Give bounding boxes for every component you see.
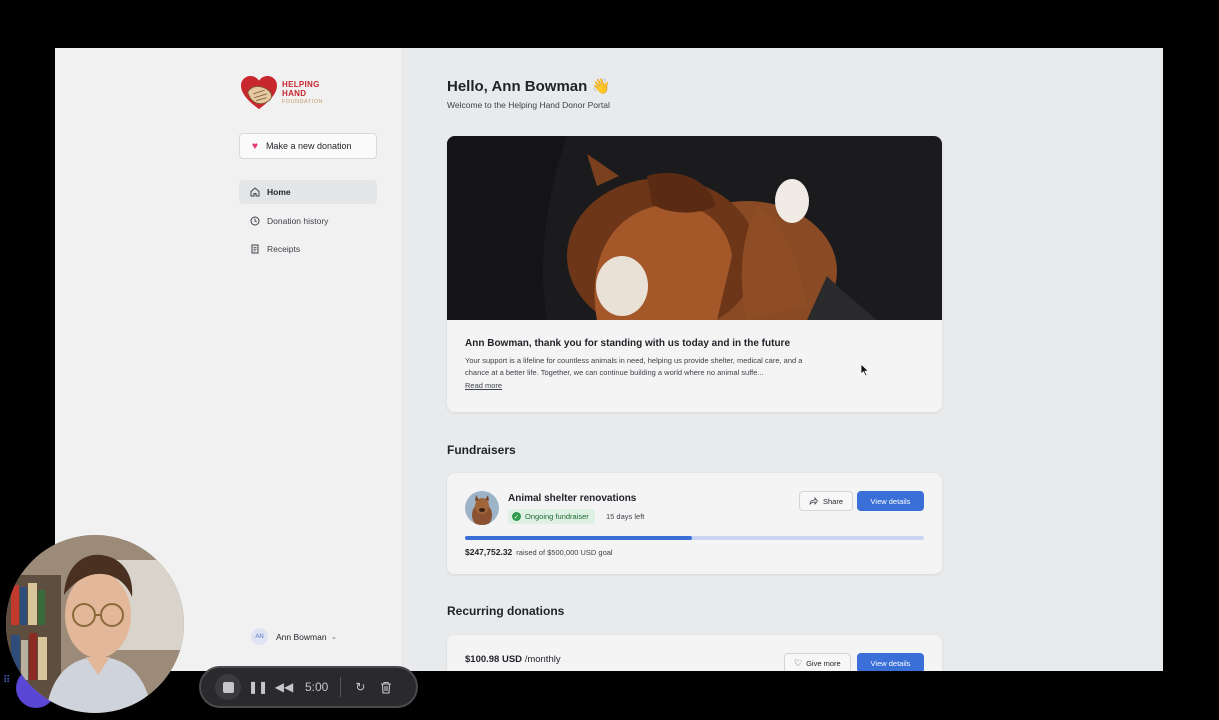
fundraiser-progress-bar bbox=[465, 536, 924, 540]
read-more-link[interactable]: Read more bbox=[465, 381, 502, 390]
home-icon bbox=[250, 187, 260, 197]
rewind-button[interactable]: ◀◀ bbox=[275, 680, 293, 694]
drag-handle-icon[interactable]: ⠿ bbox=[3, 675, 10, 686]
wave-emoji-icon: 👋 bbox=[591, 78, 611, 95]
chevron-down-icon: ⌄ bbox=[330, 632, 338, 641]
share-label: Share bbox=[823, 496, 844, 506]
main-content: Hello, Ann Bowman 👋 Welcome to the Helpi… bbox=[447, 48, 1163, 671]
restart-button[interactable]: ↻ bbox=[351, 680, 369, 694]
status-badge-label: Ongoing fundraiser bbox=[525, 512, 589, 521]
raised-text: raised of $500,000 USD goal bbox=[516, 548, 613, 557]
sidebar-item-receipts[interactable]: Receipts bbox=[239, 237, 377, 261]
toolbar-divider bbox=[340, 677, 342, 697]
fundraiser-title: Animal shelter renovations bbox=[508, 493, 637, 504]
heart-outline-icon: ♡ bbox=[794, 657, 803, 668]
fundraiser-progress-fill bbox=[465, 536, 693, 540]
restart-icon: ↻ bbox=[355, 680, 366, 694]
share-button[interactable]: Share bbox=[799, 491, 854, 511]
fundraisers-heading: Fundraisers bbox=[447, 443, 516, 457]
check-circle-icon: ✓ bbox=[512, 512, 521, 521]
sidebar-item-label: Receipts bbox=[267, 244, 301, 254]
recording-timer: 5:00 bbox=[305, 680, 329, 694]
view-details-label: View details bbox=[870, 496, 911, 506]
brand-logo[interactable]: HELPING HAND FOUNDATION bbox=[240, 75, 323, 111]
recurring-period: /monthly bbox=[524, 654, 561, 665]
app-window: HELPING HAND FOUNDATION ♥ Make a new don… bbox=[55, 48, 1163, 671]
brand-line1: HELPING bbox=[282, 79, 320, 89]
brand-line3: FOUNDATION bbox=[282, 98, 323, 105]
view-details-label: View details bbox=[870, 658, 911, 668]
make-donation-label: Make a new donation bbox=[265, 141, 352, 151]
brand-line2: HAND bbox=[282, 88, 307, 98]
stop-recording-button[interactable] bbox=[215, 674, 241, 700]
screen-recorder-toolbar: ❚❚ ◀◀ 5:00 ↻ bbox=[199, 666, 418, 708]
share-arrow-icon bbox=[809, 497, 818, 505]
greeting-text: Hello, Ann Bowman bbox=[447, 78, 588, 95]
pause-button[interactable]: ❚❚ bbox=[247, 680, 269, 694]
recurring-amount-value: $100.98 USD bbox=[465, 654, 523, 665]
give-more-label: Give more bbox=[806, 658, 841, 668]
give-more-button[interactable]: ♡ Give more bbox=[784, 653, 851, 671]
user-name: Ann Bowman bbox=[276, 631, 327, 642]
recurring-donation-card: $100.98 USD /monthly ♡ Give more View de… bbox=[447, 635, 942, 671]
thank-you-title: Ann Bowman, thank you for standing with … bbox=[465, 338, 790, 349]
trash-icon bbox=[381, 681, 392, 694]
sidebar-item-label: Donation history bbox=[267, 215, 329, 226]
sidebar-item-label: Home bbox=[267, 187, 291, 197]
clock-icon bbox=[250, 216, 260, 225]
rewind-icon: ◀◀ bbox=[274, 680, 294, 694]
dog-photo bbox=[447, 136, 942, 320]
make-donation-button[interactable]: ♥ Make a new donation bbox=[239, 133, 377, 159]
page-title: Hello, Ann Bowman 👋 bbox=[447, 77, 610, 95]
fundraiser-view-details-button[interactable]: View details bbox=[857, 491, 924, 511]
heart-icon: ♥ bbox=[252, 140, 258, 152]
avatar: AN bbox=[251, 628, 268, 645]
recurring-heading: Recurring donations bbox=[447, 604, 565, 618]
status-badge: ✓ Ongoing fundraiser bbox=[508, 509, 595, 524]
user-menu[interactable]: AN Ann Bowman ⌄ bbox=[251, 628, 337, 645]
raised-amount: $247,752.32 bbox=[465, 547, 513, 557]
fundraiser-thumbnail bbox=[465, 491, 499, 525]
brand-name: HELPING HAND FOUNDATION bbox=[282, 80, 323, 107]
receipt-icon bbox=[251, 244, 259, 254]
welcome-subtitle: Welcome to the Helping Hand Donor Portal bbox=[447, 100, 610, 110]
mouse-cursor-icon bbox=[860, 363, 870, 377]
thank-you-body: Your support is a lifeline for countless… bbox=[465, 356, 803, 377]
days-left: 15 days left bbox=[606, 512, 645, 521]
sidebar-item-home[interactable]: Home bbox=[239, 180, 377, 204]
sidebar-nav: Home Donation history Receipts bbox=[239, 180, 377, 266]
fundraiser-card: Animal shelter renovations ✓ Ongoing fun… bbox=[447, 473, 942, 574]
delete-recording-button[interactable] bbox=[377, 681, 395, 694]
sidebar-item-donation-history[interactable]: Donation history bbox=[239, 209, 377, 233]
webcam-overlay bbox=[6, 535, 184, 713]
helping-hand-logo-icon bbox=[241, 75, 277, 110]
pause-icon: ❚❚ bbox=[247, 680, 269, 694]
raised-summary: $247,752.32 raised of $500,000 USD goal bbox=[465, 547, 613, 557]
recurring-view-details-button[interactable]: View details bbox=[857, 653, 924, 671]
stop-icon bbox=[222, 681, 234, 693]
recurring-amount: $100.98 USD /monthly bbox=[465, 654, 561, 665]
